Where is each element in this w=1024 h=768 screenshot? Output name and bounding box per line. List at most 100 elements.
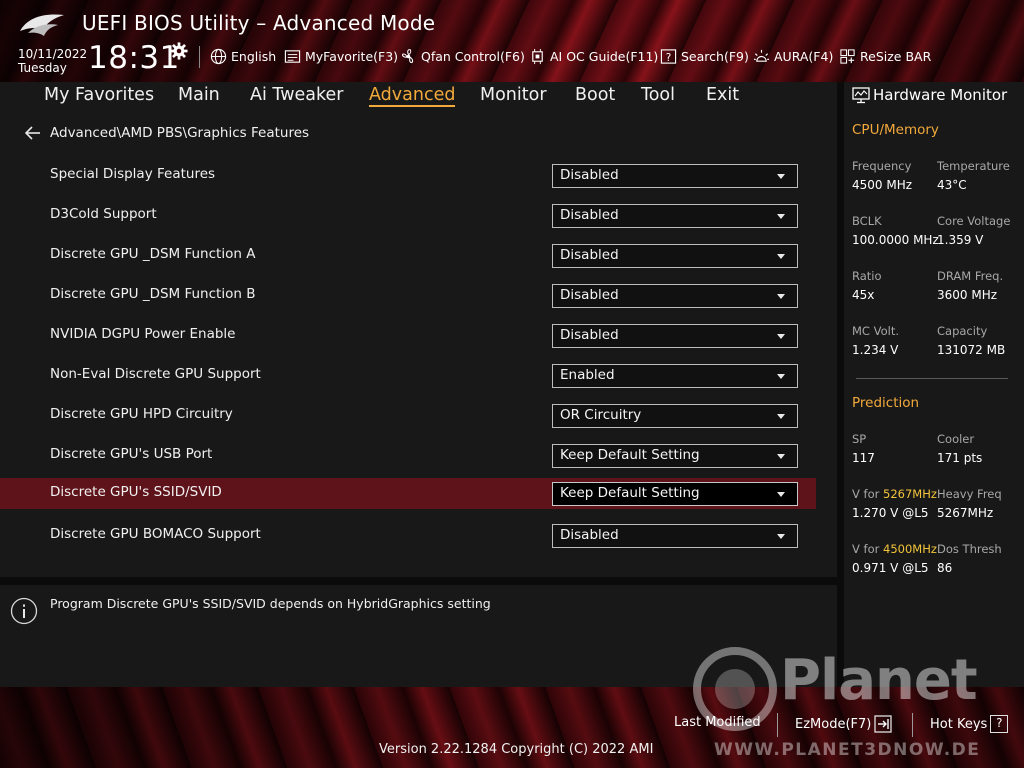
resize-bar-button[interactable]: ReSize BAR [839,47,931,65]
setting-dropdown[interactable]: Disabled [552,524,798,548]
dram-freq-value: 3600 MHz [937,288,998,302]
tab-ai-tweaker[interactable]: Ai Tweaker [250,85,343,105]
setting-label: Discrete GPU HPD Circuitry [50,406,233,422]
setting-row-gpu-bomaco-support[interactable]: Discrete GPU BOMACO Support Disabled [0,522,816,556]
bclk-label: BCLK [852,214,882,228]
aura-button[interactable]: AURA(F4) [753,47,833,65]
tab-tool[interactable]: Tool [641,85,675,105]
setting-label: Discrete GPU BOMACO Support [50,526,261,542]
day-text: Tuesday [18,61,67,75]
sp-label: SP [852,432,867,446]
setting-row-gpu-hpd-circuitry[interactable]: Discrete GPU HPD Circuitry OR Circuitry [0,402,816,436]
setting-label: NVIDIA DGPU Power Enable [50,326,236,342]
setting-dropdown[interactable]: Keep Default Setting [552,482,798,506]
setting-row-gpu-ssid-svid[interactable]: Discrete GPU's SSID/SVID Keep Default Se… [0,478,816,509]
fan-icon [402,48,414,63]
temperature-value: 43°C [937,178,967,192]
caret-down-icon [777,334,785,339]
setting-dropdown[interactable]: OR Circuitry [552,404,798,428]
setting-dropdown[interactable]: Disabled [552,164,798,188]
dropdown-value: Disabled [560,527,619,543]
ezmode-button[interactable]: EzMode(F7) [795,715,893,733]
svg-text:?: ? [666,51,672,63]
mc-volt-label: MC Volt. [852,324,899,338]
qfan-label: Qfan Control(F6) [421,48,525,64]
setting-row-dsm-function-a[interactable]: Discrete GPU _DSM Function A Disabled [0,242,816,276]
aura-light-icon [753,49,770,62]
sp-value: 117 [852,451,875,465]
caret-down-icon [777,294,785,299]
heavy-freq-value: 5267MHz [937,506,994,520]
main-panel: My Favorites Main Ai Tweaker Advanced Mo… [0,82,837,577]
last-modified-label: Last Modified [674,715,761,730]
setting-dropdown[interactable]: Enabled [552,364,798,388]
dropdown-value: OR Circuitry [560,407,642,423]
date-display: 10/11/2022 Tuesday [18,47,87,75]
setting-dropdown[interactable]: Disabled [552,204,798,228]
app-title: UEFI BIOS Utility – Advanced Mode [82,11,436,35]
setting-row-gpu-usb-port[interactable]: Discrete GPU's USB Port Keep Default Set… [0,442,816,476]
v-for-1-label: V for 5267MHz [852,487,937,501]
tab-main[interactable]: Main [178,85,220,105]
dropdown-value: Disabled [560,327,619,343]
caret-down-icon [777,534,785,539]
myfavorite-label: MyFavorite(F3) [305,48,399,64]
language-button[interactable]: English [210,47,276,65]
qfan-button[interactable]: Qfan Control(F6) [400,47,525,65]
setting-dropdown[interactable]: Disabled [552,244,798,268]
setting-row-nvidia-dgpu-power[interactable]: NVIDIA DGPU Power Enable Disabled [0,322,816,356]
tab-my-favorites[interactable]: My Favorites [44,85,154,105]
hot-keys-label: Hot Keys [930,716,988,732]
tab-advanced[interactable]: Advanced [369,85,456,107]
exit-arrow-icon [874,715,893,733]
caret-down-icon [777,214,785,219]
help-text: Program Discrete GPU's SSID/SVID depends… [50,596,491,611]
bclk-value: 100.0000 MHz [852,233,939,247]
dos-thresh-label: Dos Thresh [937,542,1002,556]
aura-label: AURA(F4) [774,48,834,64]
setting-row-dsm-function-b[interactable]: Discrete GPU _DSM Function B Disabled [0,282,816,316]
frequency-label: Frequency [852,159,912,173]
myfavorite-button[interactable]: MyFavorite(F3) [284,47,398,65]
setting-dropdown[interactable]: Disabled [552,284,798,308]
tab-boot[interactable]: Boot [575,85,615,105]
setting-dropdown[interactable]: Disabled [552,324,798,348]
caret-down-icon [777,254,785,259]
search-button[interactable]: ? Search(F9) [660,47,749,65]
setting-dropdown[interactable]: Keep Default Setting [552,444,798,468]
caret-down-icon [777,374,785,379]
caret-down-icon [777,414,785,419]
oc-guide-label: AI OC Guide(F11) [550,48,659,64]
setting-label: Special Display Features [50,166,216,182]
gear-icon[interactable] [170,42,188,60]
setting-row-non-eval-gpu-support[interactable]: Non-Eval Discrete GPU Support Enabled [0,362,816,396]
search-label: Search(F9) [681,48,749,64]
v-for-1-freq: 5267MHz [883,487,937,501]
tab-monitor[interactable]: Monitor [480,85,547,105]
hardware-monitor-title: Hardware Monitor [873,86,1008,104]
info-icon [10,597,38,625]
v-for-2-label: V for 4500MHz [852,542,937,556]
dropdown-value: Disabled [560,167,619,183]
setting-row-d3cold-support[interactable]: D3Cold Support Disabled [0,202,816,236]
setting-label: Non-Eval Discrete GPU Support [50,366,261,382]
caret-down-icon [777,454,785,459]
hot-keys-button[interactable]: Hot Keys ? [930,715,1009,733]
v-for-prefix: V for [852,542,883,556]
dropdown-value: Keep Default Setting [560,485,700,501]
cooler-value: 171 pts [937,451,983,465]
footer-bar: Last Modified EzMode(F7) Hot Keys ? Vers… [0,687,1024,768]
oc-guide-button[interactable]: AI OC Guide(F11) [529,47,658,65]
dropdown-value: Disabled [560,247,619,263]
last-modified-button[interactable]: Last Modified [674,715,761,730]
dropdown-value: Disabled [560,287,619,303]
globe-icon [210,48,227,64]
caret-down-icon [777,492,785,497]
setting-row-special-display-features[interactable]: Special Display Features Disabled [0,162,816,196]
back-arrow-icon[interactable] [24,125,42,141]
favorite-list-icon [284,49,301,63]
tab-exit[interactable]: Exit [706,85,739,105]
v-for-1-value: 1.270 V @L5 [852,506,929,520]
monitor-icon [852,87,870,104]
ratio-value: 45x [852,288,875,302]
